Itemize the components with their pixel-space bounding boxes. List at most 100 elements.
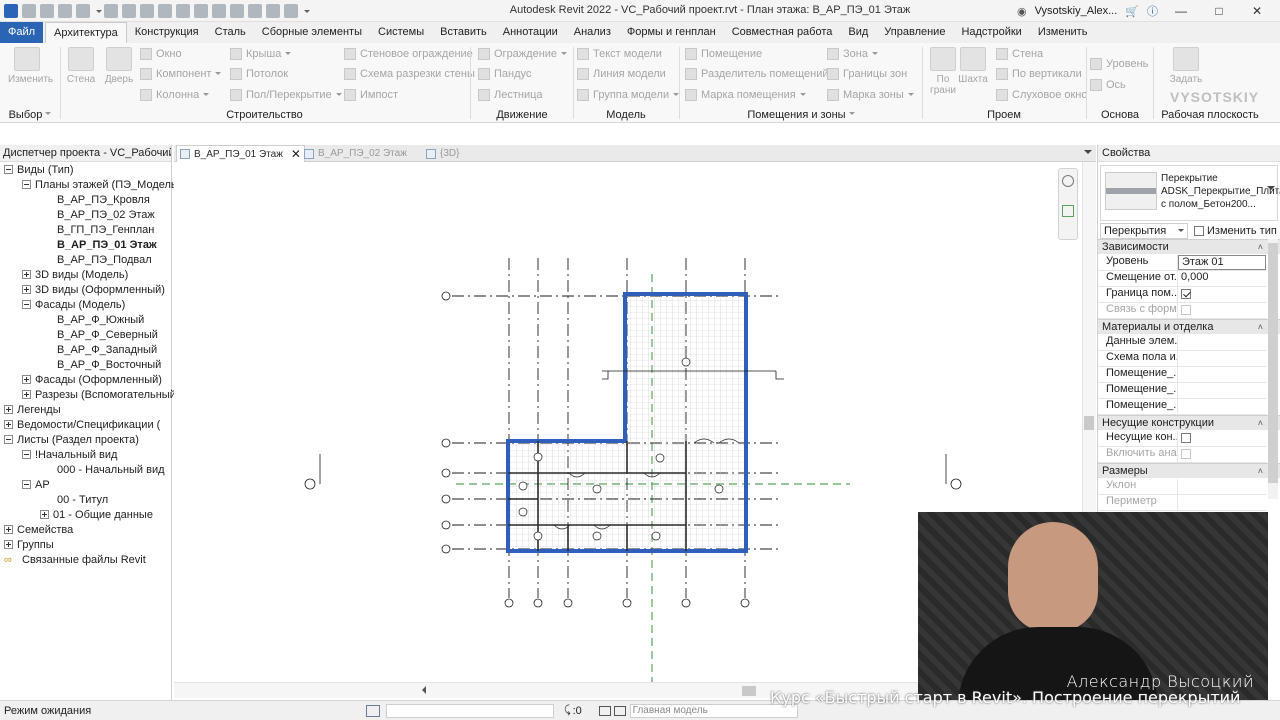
tag-icon[interactable]	[194, 3, 208, 18]
tree-item-sheets[interactable]: Листы (Раздел проекта)	[4, 432, 139, 447]
area-button[interactable]: Зона	[827, 45, 878, 62]
model-line-button[interactable]: Линия модели	[577, 65, 666, 82]
tree-item-elevations-styled[interactable]: Фасады (Оформленный)	[22, 372, 162, 387]
print-icon[interactable]	[140, 3, 154, 18]
prop-row-room-bounding[interactable]: Граница пом...	[1098, 287, 1266, 303]
editable-only-icon[interactable]: ⤹	[564, 704, 571, 717]
scroll-left-arrow[interactable]	[418, 686, 426, 694]
ramp-button[interactable]: Пандус	[478, 65, 531, 82]
window-button[interactable]: Окно	[140, 45, 182, 62]
room-button[interactable]: Помещение	[685, 45, 762, 62]
tree-item-groups[interactable]: Группы	[4, 537, 54, 552]
tree-item-plan-roof[interactable]: В_АР_ПЭ_Кровля	[57, 192, 150, 207]
tab-manage[interactable]: Управление	[876, 22, 953, 43]
tree-item-plan-basement[interactable]: В_АР_ПЭ_Подвал	[57, 252, 152, 267]
floor-button[interactable]: Пол/Перекрытие	[230, 86, 342, 103]
curtain-grid-button[interactable]: Схема разрезки стены	[344, 65, 475, 82]
view-tab-floor2[interactable]: В_АР_ПЭ_02 Этаж	[304, 145, 407, 162]
section-structural[interactable]: Несущие конструкции ˄	[1098, 415, 1280, 430]
prop-row-material[interactable]: Схема пола и...	[1098, 351, 1266, 367]
view-tab-floor1[interactable]: В_АР_ПЭ_01 Этаж ✕	[176, 145, 305, 162]
tree-item-floor-plans[interactable]: Планы этажей (ПЭ_Модель	[22, 177, 177, 192]
room-separator-button[interactable]: Разделитель помещений	[685, 65, 829, 82]
modify-button[interactable]: Изменить	[8, 47, 53, 85]
tab-modify[interactable]: Изменить	[1030, 22, 1096, 43]
tab-steel[interactable]: Сталь	[207, 22, 254, 43]
tree-item-elevations-model[interactable]: Фасады (Модель)	[22, 297, 125, 312]
prop-row-level[interactable]: Уровень Этаж 01	[1098, 255, 1266, 271]
tree-item-plan-floor1[interactable]: В_АР_ПЭ_01 Этаж	[57, 237, 157, 252]
tabs-dropdown-icon[interactable]	[1084, 150, 1092, 158]
type-selector[interactable]: Перекрытие ADSK_Перекрытие_Плита с полом…	[1100, 165, 1280, 221]
tree-item-sections[interactable]: Разрезы (Вспомогательный	[22, 387, 176, 402]
sync-icon[interactable]	[76, 3, 90, 18]
tree-item-ar[interactable]: АР	[22, 477, 50, 492]
tab-addins[interactable]: Надстройки	[953, 22, 1029, 43]
tree-item-elev-east[interactable]: В_АР_Ф_Восточный	[57, 357, 161, 372]
tab-precast[interactable]: Сборные элементы	[254, 22, 370, 43]
switch-windows-icon[interactable]	[284, 3, 298, 18]
dormer-button[interactable]: Слуховое окно	[996, 86, 1088, 103]
customize-chevron-icon[interactable]	[302, 4, 310, 18]
level-button[interactable]: Уровень	[1090, 55, 1148, 72]
prop-row-structural[interactable]: Несущие кон...	[1098, 431, 1266, 447]
steering-wheel-icon[interactable]	[1062, 175, 1074, 187]
tab-file[interactable]: Файл	[0, 22, 44, 43]
area-boundary-button[interactable]: Границы зон	[827, 65, 907, 82]
panel-rooms-title[interactable]: Помещения и зоны	[683, 109, 919, 121]
redo-icon[interactable]	[122, 3, 136, 18]
tree-item-3d-model[interactable]: 3D виды (Модель)	[22, 267, 128, 282]
tab-architecture[interactable]: Архитектура	[45, 22, 127, 43]
wall-button[interactable]: Стена	[62, 47, 100, 85]
dimension-icon[interactable]	[176, 3, 190, 18]
help-icon[interactable]: ⓘ	[1147, 3, 1158, 19]
vertical-opening-button[interactable]: По вертикали	[996, 65, 1082, 82]
workset-icon[interactable]	[366, 704, 380, 717]
section-constraints[interactable]: Зависимости ˄	[1098, 239, 1280, 254]
tree-item-general-data[interactable]: 01 - Общие данные	[40, 507, 153, 522]
scroll-thumb[interactable]	[742, 686, 756, 696]
tree-item-elev-west[interactable]: В_АР_Ф_Западный	[57, 342, 157, 357]
prop-row-material[interactable]: Помещение_...	[1098, 367, 1266, 383]
checkbox-unchecked[interactable]	[1181, 433, 1191, 443]
mullion-button[interactable]: Импост	[344, 86, 398, 103]
navigation-bar[interactable]	[1058, 168, 1078, 240]
tree-item-plan-site[interactable]: В_ГП_ПЭ_Генплан	[57, 222, 154, 237]
component-button[interactable]: Компонент	[140, 65, 222, 82]
panel-select-title[interactable]: Выбор	[0, 109, 60, 121]
ceiling-button[interactable]: Потолок	[230, 65, 288, 82]
tree-item-plan-floor2[interactable]: В_АР_ПЭ_02 Этаж	[57, 207, 155, 222]
railing-button[interactable]: Ограждение	[478, 45, 568, 62]
prop-row-offset[interactable]: Смещение от... 0,000	[1098, 271, 1266, 287]
prop-row-material[interactable]: Данные элем...	[1098, 335, 1266, 351]
instance-filter[interactable]: Перекрытия	[1100, 223, 1188, 239]
model-group-button[interactable]: Группа модели	[577, 86, 680, 103]
tab-systems[interactable]: Системы	[370, 22, 432, 43]
tree-item-elev-north[interactable]: В_АР_Ф_Северный	[57, 327, 158, 342]
room-tag-button[interactable]: Марка помещения	[685, 86, 806, 103]
tree-item-views[interactable]: Виды (Тип)	[4, 162, 74, 177]
opening-wall-button[interactable]: Стена	[996, 45, 1043, 62]
close-button[interactable]: ✕	[1242, 4, 1272, 18]
tree-item-3d-styled[interactable]: 3D виды (Оформленный)	[22, 282, 165, 297]
tab-annotate[interactable]: Аннотации	[495, 22, 566, 43]
properties-scrollbar[interactable]	[1268, 239, 1278, 499]
grid-button[interactable]: Ось	[1090, 76, 1126, 93]
shaft-button[interactable]: Шахта	[954, 47, 992, 85]
stair-button[interactable]: Лестница	[478, 86, 543, 103]
tree-item-start-view-group[interactable]: !Начальный вид	[22, 447, 117, 462]
tree-item-start-view[interactable]: 000 - Начальный вид	[57, 462, 165, 477]
measure-icon[interactable]	[158, 3, 172, 18]
tab-massing-site[interactable]: Формы и генплан	[619, 22, 724, 43]
maximize-button[interactable]: □	[1204, 4, 1234, 18]
area-tag-button[interactable]: Марка зоны	[827, 86, 914, 103]
workset-dropdown[interactable]	[386, 703, 554, 718]
section-dimensions[interactable]: Размеры ˄	[1098, 463, 1280, 478]
tab-view[interactable]: Вид	[840, 22, 876, 43]
save-icon[interactable]	[58, 3, 72, 18]
door-button[interactable]: Дверь	[100, 47, 138, 85]
tab-collaborate[interactable]: Совместная работа	[724, 22, 841, 43]
design-options-icon-2[interactable]	[613, 705, 626, 716]
column-button[interactable]: Колонна	[140, 86, 210, 103]
tree-item-schedules[interactable]: Ведомости/Спецификации (	[4, 417, 160, 432]
